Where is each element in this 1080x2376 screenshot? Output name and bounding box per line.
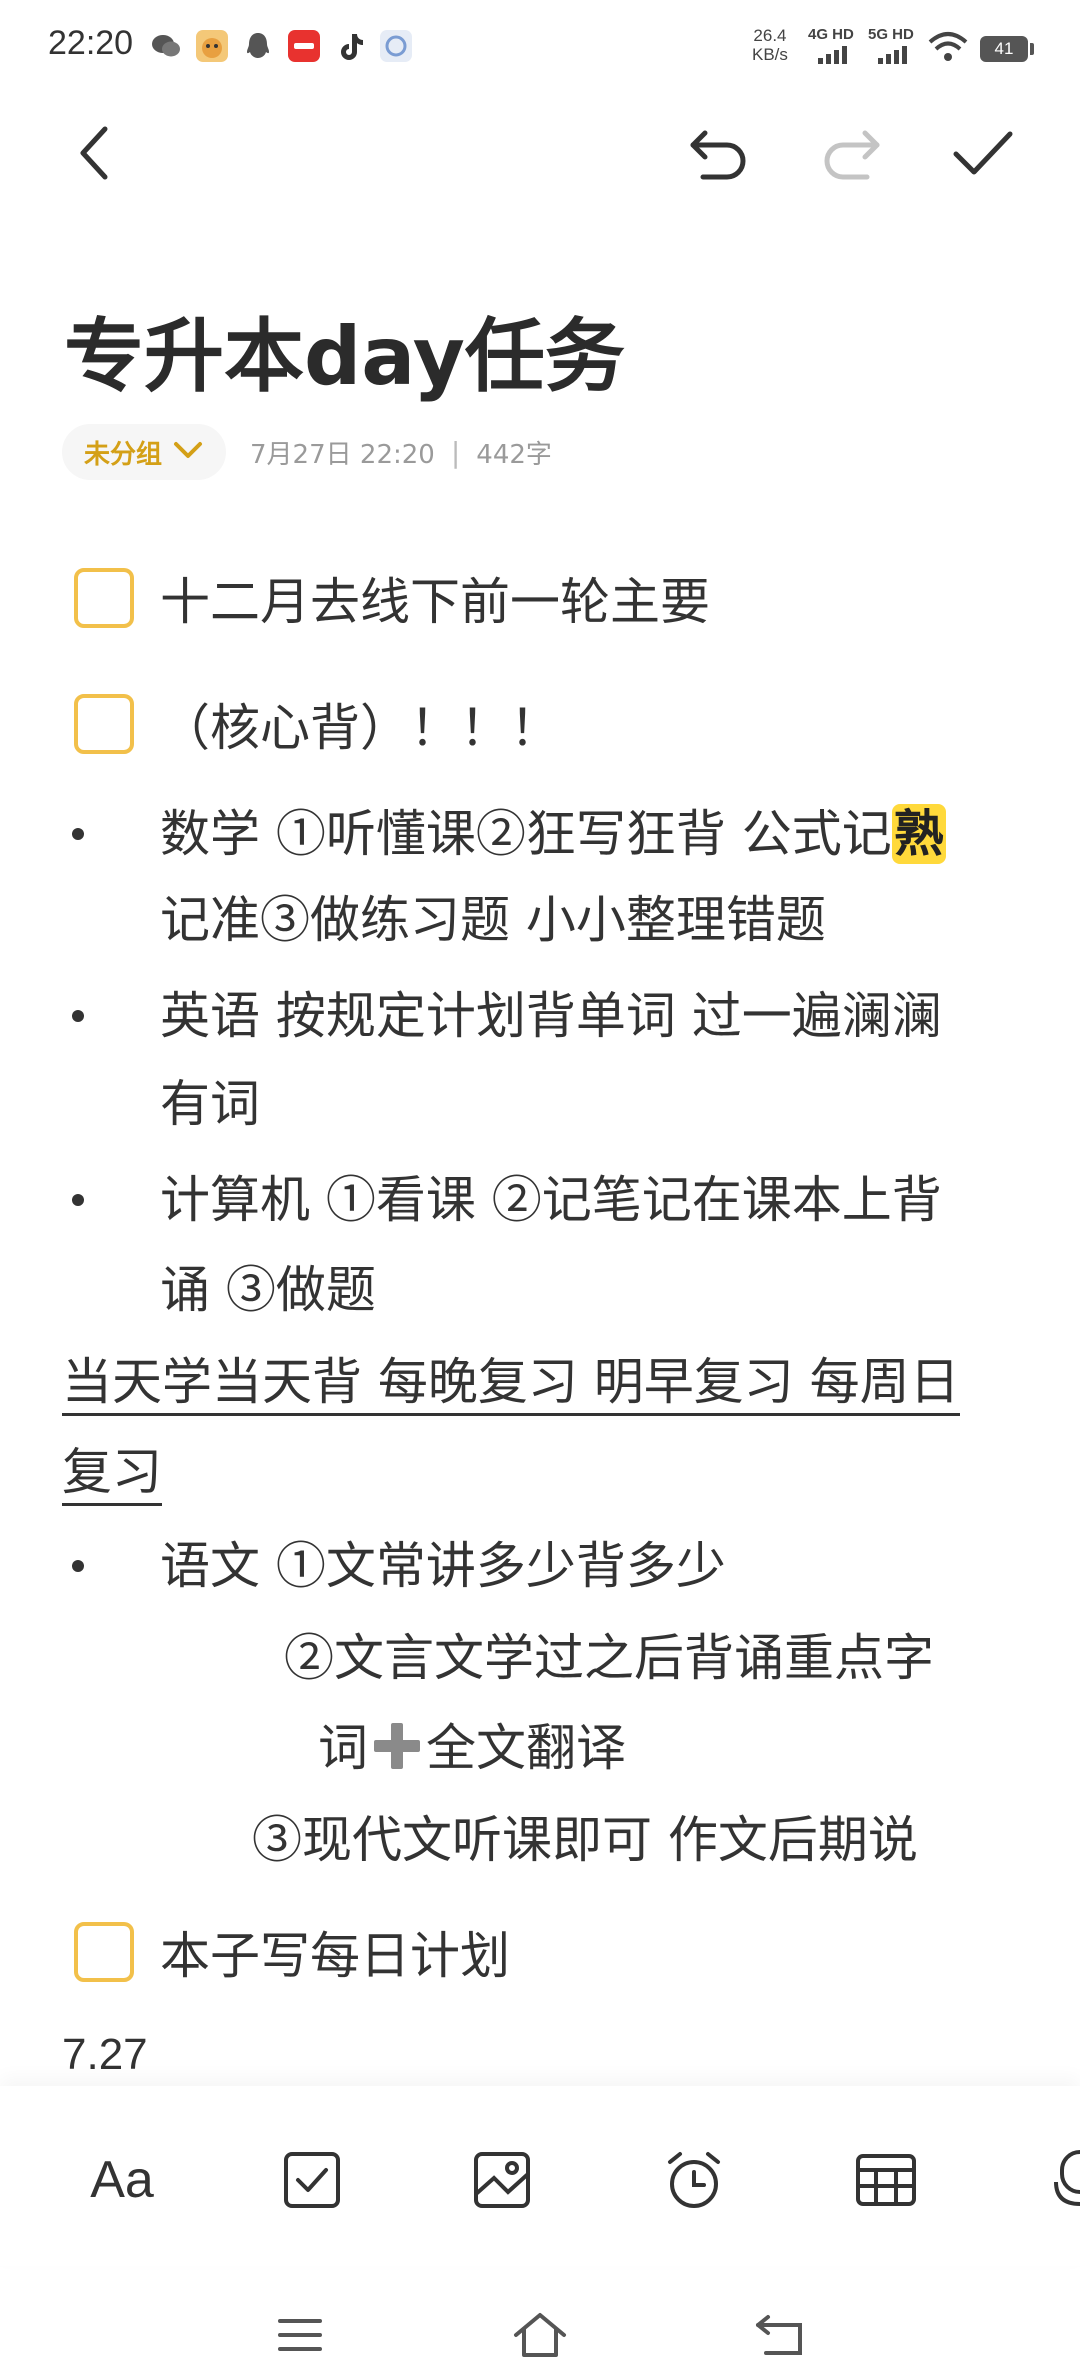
net-speed-value: 26.4: [753, 26, 787, 45]
word-count: 442字: [476, 439, 552, 470]
check-icon[interactable]: [948, 118, 1018, 188]
chevron-down-icon: [172, 439, 204, 465]
review-line-1: 当天学当天背 每晚复习 明早复习 每周日: [62, 1352, 960, 1416]
chinese-line-1: 语文 ①文常讲多少背多少: [160, 1537, 726, 1595]
math-text: 数学 ①听懂课②狂写狂背 公式记: [160, 805, 892, 863]
font-style-button[interactable]: Aa: [82, 2140, 162, 2220]
image-icon[interactable]: [462, 2140, 542, 2220]
avatar-icon: [196, 30, 228, 62]
app-icon: [380, 30, 412, 62]
chinese-line-2: ②文言文学过之后背诵重点字: [284, 1629, 934, 1687]
mic-icon[interactable]: [1036, 2140, 1080, 2220]
network-speed: 26.4 KB/s: [752, 26, 788, 64]
todo-item: 十二月去线下前一轮主要: [74, 562, 710, 634]
sim2-label: 5G HD: [868, 26, 914, 43]
battery-cap: [1030, 43, 1034, 55]
review-text: 复习: [62, 1443, 162, 1506]
menu-icon[interactable]: [270, 2305, 330, 2365]
date-line: 7.27: [62, 2030, 148, 2079]
table-icon[interactable]: [846, 2140, 926, 2220]
sim2-signal-icon: [878, 44, 907, 64]
math-line-1: 数学 ①听懂课②狂写狂背 公式记熟: [160, 804, 946, 864]
wifi-icon: [928, 30, 968, 68]
checklist-icon[interactable]: [272, 2140, 352, 2220]
back-nav-icon[interactable]: [750, 2305, 810, 2365]
qq-icon: [242, 30, 274, 62]
shu-sticker: 熟: [891, 804, 946, 864]
todo-text: 本子写每日计划: [160, 1927, 510, 1985]
note-meta: 未分组 7月27日 22:20 | 442字: [62, 424, 552, 480]
bullet-dot: [72, 1194, 84, 1206]
todo-item: （核心背）！！！: [74, 688, 560, 760]
computer-line-2: 诵 ③做题: [160, 1261, 376, 1319]
xiaohongshu-icon: [288, 30, 320, 62]
todo-text: 十二月去线下前一轮主要: [160, 573, 710, 631]
todo-checkbox[interactable]: [74, 568, 134, 628]
wechat-icon: [150, 30, 182, 62]
status-time: 22:20: [48, 24, 134, 62]
redo-icon[interactable]: [816, 118, 886, 188]
alarm-icon[interactable]: [654, 2140, 734, 2220]
sim1-signal-icon: [818, 44, 847, 64]
review-line-2: 复习: [62, 1442, 162, 1506]
notes-editor-screen: 22:20 26.4 KB/s 4G HD 5G HD 41 专升本day任务 …: [0, 0, 1080, 2376]
review-text: 当天学当天背 每晚复习 明早复习 每周日: [62, 1353, 960, 1416]
chinese-text: 词: [318, 1719, 368, 1777]
todo-item: 本子写每日计划: [74, 1916, 510, 1988]
computer-line-1: 计算机 ①看课 ②记笔记在课本上背: [160, 1171, 942, 1229]
plus-icon: [372, 1721, 422, 1771]
todo-checkbox[interactable]: [74, 694, 134, 754]
bullet-dot: [72, 1010, 84, 1022]
chinese-text: 全文翻译: [426, 1719, 626, 1777]
sim1-label: 4G HD: [808, 26, 854, 43]
note-date: 7月27日 22:20: [250, 439, 435, 470]
undo-icon[interactable]: [684, 118, 754, 188]
chinese-line-3: 词全文翻译: [318, 1718, 626, 1778]
battery-icon: 41: [980, 36, 1028, 62]
tiktok-icon: [334, 30, 366, 62]
chinese-line-4: ③现代文听课即可 作文后期说: [252, 1811, 918, 1869]
group-label: 未分组: [84, 439, 163, 470]
todo-checkbox[interactable]: [74, 1922, 134, 1982]
note-title[interactable]: 专升本day任务: [64, 292, 625, 408]
home-icon[interactable]: [510, 2305, 570, 2365]
bullet-dot: [72, 828, 84, 840]
status-bar: 22:20 26.4 KB/s 4G HD 5G HD 41: [0, 0, 1080, 96]
math-line-2: 记准③做练习题 小小整理错题: [160, 891, 826, 949]
back-icon[interactable]: [60, 118, 130, 188]
todo-text: （核心背）！！！: [160, 699, 560, 757]
net-speed-unit: KB/s: [752, 45, 788, 64]
meta-separator: |: [450, 435, 461, 469]
bullet-dot: [72, 1560, 84, 1572]
group-selector[interactable]: 未分组: [62, 424, 227, 480]
english-line-2: 有词: [160, 1075, 260, 1133]
font-style-label: Aa: [90, 2151, 154, 2209]
english-line-1: 英语 按规定计划背单词 过一遍澜澜: [160, 987, 942, 1045]
